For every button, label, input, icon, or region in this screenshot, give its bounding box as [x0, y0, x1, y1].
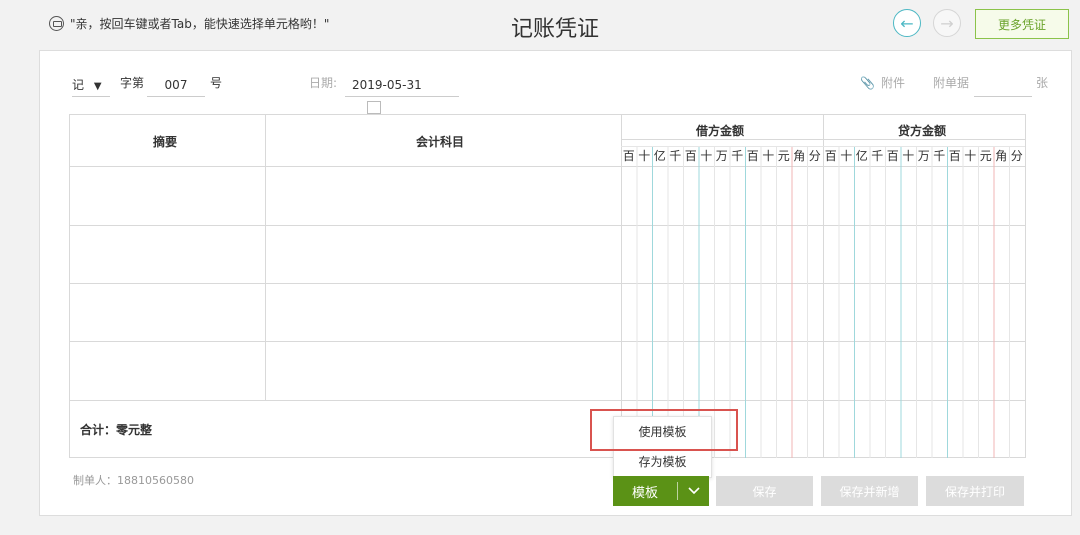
- credit-column-header: 贷方金额: [898, 124, 947, 138]
- digit-label: 千: [933, 149, 946, 163]
- digit-label: 元: [777, 149, 790, 163]
- digit-label: 十: [902, 149, 915, 163]
- total-amount: 合计：零元整: [80, 423, 153, 437]
- digit-label: 十: [700, 149, 713, 163]
- digit-label: 十: [638, 149, 651, 163]
- digit-label: 千: [731, 149, 744, 163]
- account-column-header: 会计科目: [416, 135, 465, 149]
- save-as-template-item[interactable]: 存为模板: [614, 447, 711, 477]
- digit-label: 万: [917, 149, 930, 163]
- digit-label: 百: [948, 149, 961, 163]
- credit-digit-header: 百十亿千百十万千百十元角分: [823, 147, 1025, 164]
- digit-label: 十: [762, 149, 775, 163]
- voucher-grid: [69, 114, 1026, 458]
- digit-label: 亿: [855, 149, 868, 163]
- digit-label: 千: [871, 149, 884, 163]
- digit-label: 角: [793, 149, 806, 163]
- save-and-new-button[interactable]: 保存并新增: [821, 476, 918, 506]
- digit-label: 分: [1010, 149, 1023, 163]
- digit-label: 百: [684, 149, 697, 163]
- digit-label: 元: [979, 149, 992, 163]
- digit-label: 角: [995, 149, 1008, 163]
- save-and-print-button[interactable]: 保存并打印: [926, 476, 1024, 506]
- summary-column-header: 摘要: [153, 135, 178, 149]
- digit-label: 万: [715, 149, 728, 163]
- highlight-box: [590, 409, 738, 451]
- save-button[interactable]: 保存: [716, 476, 813, 506]
- digit-label: 分: [808, 149, 821, 163]
- digit-label: 百: [746, 149, 759, 163]
- digit-label: 百: [824, 149, 837, 163]
- digit-label: 十: [840, 149, 853, 163]
- digit-label: 十: [964, 149, 977, 163]
- template-button[interactable]: 模板: [613, 476, 709, 506]
- debit-digit-header: 百十亿千百十万千百十元角分: [621, 147, 823, 164]
- template-label[interactable]: 模板: [613, 482, 678, 501]
- debit-column-header: 借方金额: [696, 124, 745, 138]
- chevron-down-icon[interactable]: [678, 476, 709, 506]
- maker-label: 制单人：18810560580: [73, 474, 194, 487]
- digit-label: 千: [669, 149, 682, 163]
- digit-label: 亿: [653, 149, 666, 163]
- digit-label: 百: [886, 149, 899, 163]
- digit-label: 百: [622, 149, 635, 163]
